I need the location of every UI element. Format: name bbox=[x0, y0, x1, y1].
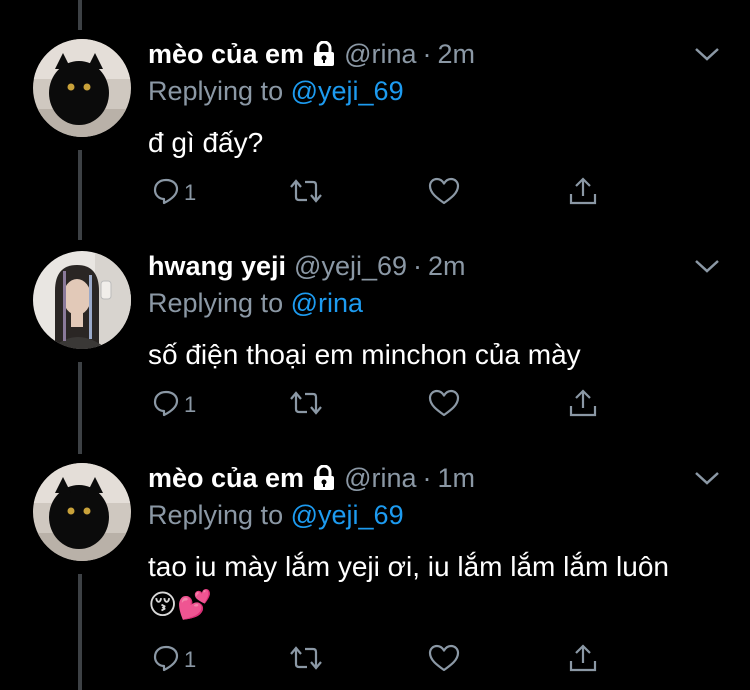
lock-icon bbox=[312, 40, 336, 67]
replying-to: Replying to @yeji_69 bbox=[148, 76, 404, 107]
reply-count: 1 bbox=[184, 180, 197, 205]
retweet-icon bbox=[290, 179, 322, 203]
tweet-text: số điện thoại em minchon của mày bbox=[148, 339, 581, 370]
mention-link[interactable]: @yeji_69 bbox=[291, 500, 404, 530]
replying-prefix: Replying to bbox=[148, 76, 284, 106]
chevron-down-icon[interactable] bbox=[694, 46, 720, 62]
heart-icon bbox=[428, 389, 460, 417]
retweet-button[interactable] bbox=[288, 640, 324, 676]
tweet-header: hwang yeji @yeji_69 · 2m bbox=[148, 248, 466, 284]
avatar[interactable] bbox=[33, 463, 131, 561]
black-cat-avatar bbox=[33, 39, 131, 137]
user-handle[interactable]: @rina bbox=[344, 39, 416, 70]
separator-dot: · bbox=[413, 250, 423, 281]
emoji-text: 😚💕 bbox=[148, 589, 213, 620]
tweet[interactable]: hwang yeji @yeji_69 · 2m Replying to @ri… bbox=[0, 248, 750, 438]
replying-prefix: Replying to bbox=[148, 500, 284, 530]
tweet-actions: 1 bbox=[148, 173, 608, 209]
thread-line-top bbox=[78, 0, 82, 30]
retweet-button[interactable] bbox=[288, 173, 324, 209]
girl-photo-avatar bbox=[33, 251, 131, 349]
black-cat-avatar bbox=[33, 463, 131, 561]
timestamp[interactable]: 1m bbox=[438, 463, 476, 494]
replying-prefix: Replying to bbox=[148, 288, 284, 318]
retweet-button[interactable] bbox=[288, 385, 324, 421]
reply-icon bbox=[153, 178, 179, 205]
replying-to: Replying to @yeji_69 bbox=[148, 500, 404, 531]
reply-icon bbox=[153, 390, 179, 417]
share-button[interactable] bbox=[568, 173, 598, 209]
mention-link[interactable]: @rina bbox=[291, 288, 363, 318]
reply-button[interactable]: 1 bbox=[152, 173, 196, 209]
like-button[interactable] bbox=[428, 173, 460, 209]
tweet[interactable]: mèo của em @rina · 1m Replying to @yeji_… bbox=[0, 460, 750, 690]
display-name[interactable]: mèo của em bbox=[148, 463, 304, 494]
avatar[interactable] bbox=[33, 39, 131, 137]
like-button[interactable] bbox=[428, 640, 460, 676]
timestamp[interactable]: 2m bbox=[438, 39, 476, 70]
reply-button[interactable]: 1 bbox=[152, 385, 196, 421]
heart-icon bbox=[428, 644, 460, 672]
mention-link[interactable]: @yeji_69 bbox=[291, 76, 404, 106]
timestamp[interactable]: 2m bbox=[428, 251, 466, 282]
display-name[interactable]: mèo của em bbox=[148, 39, 304, 70]
tweet-header: mèo của em @rina · 1m bbox=[148, 460, 475, 496]
like-button[interactable] bbox=[428, 385, 460, 421]
reply-button[interactable]: 1 bbox=[152, 640, 196, 676]
tweet-text: đ gì đấy? bbox=[148, 127, 264, 158]
separator-dot: · bbox=[422, 38, 432, 69]
retweet-icon bbox=[290, 391, 322, 415]
share-icon bbox=[569, 177, 597, 205]
tweet-text: tao iu mày lắm yeji ơi, iu lắm lắm lắm l… bbox=[148, 551, 669, 582]
chevron-down-icon[interactable] bbox=[694, 258, 720, 274]
tweet-header: mèo của em @rina · 2m bbox=[148, 36, 475, 72]
tweet-actions: 1 bbox=[148, 385, 608, 421]
separator-dot: · bbox=[422, 462, 432, 493]
heart-icon bbox=[428, 177, 460, 205]
retweet-icon bbox=[290, 646, 322, 670]
user-handle[interactable]: @yeji_69 bbox=[294, 251, 407, 282]
user-handle[interactable]: @rina bbox=[344, 463, 416, 494]
share-button[interactable] bbox=[568, 385, 598, 421]
lock-icon bbox=[312, 464, 336, 491]
avatar[interactable] bbox=[33, 251, 131, 349]
reply-icon bbox=[153, 645, 179, 672]
replying-to: Replying to @rina bbox=[148, 288, 363, 319]
reply-count: 1 bbox=[184, 392, 197, 417]
tweet[interactable]: mèo của em @rina · 2m Replying to @yeji_… bbox=[0, 36, 750, 226]
share-icon bbox=[569, 644, 597, 672]
reply-count: 1 bbox=[184, 647, 197, 672]
share-button[interactable] bbox=[568, 640, 598, 676]
chevron-down-icon[interactable] bbox=[694, 470, 720, 486]
tweet-actions: 1 bbox=[148, 640, 608, 676]
display-name[interactable]: hwang yeji bbox=[148, 251, 286, 282]
share-icon bbox=[569, 389, 597, 417]
